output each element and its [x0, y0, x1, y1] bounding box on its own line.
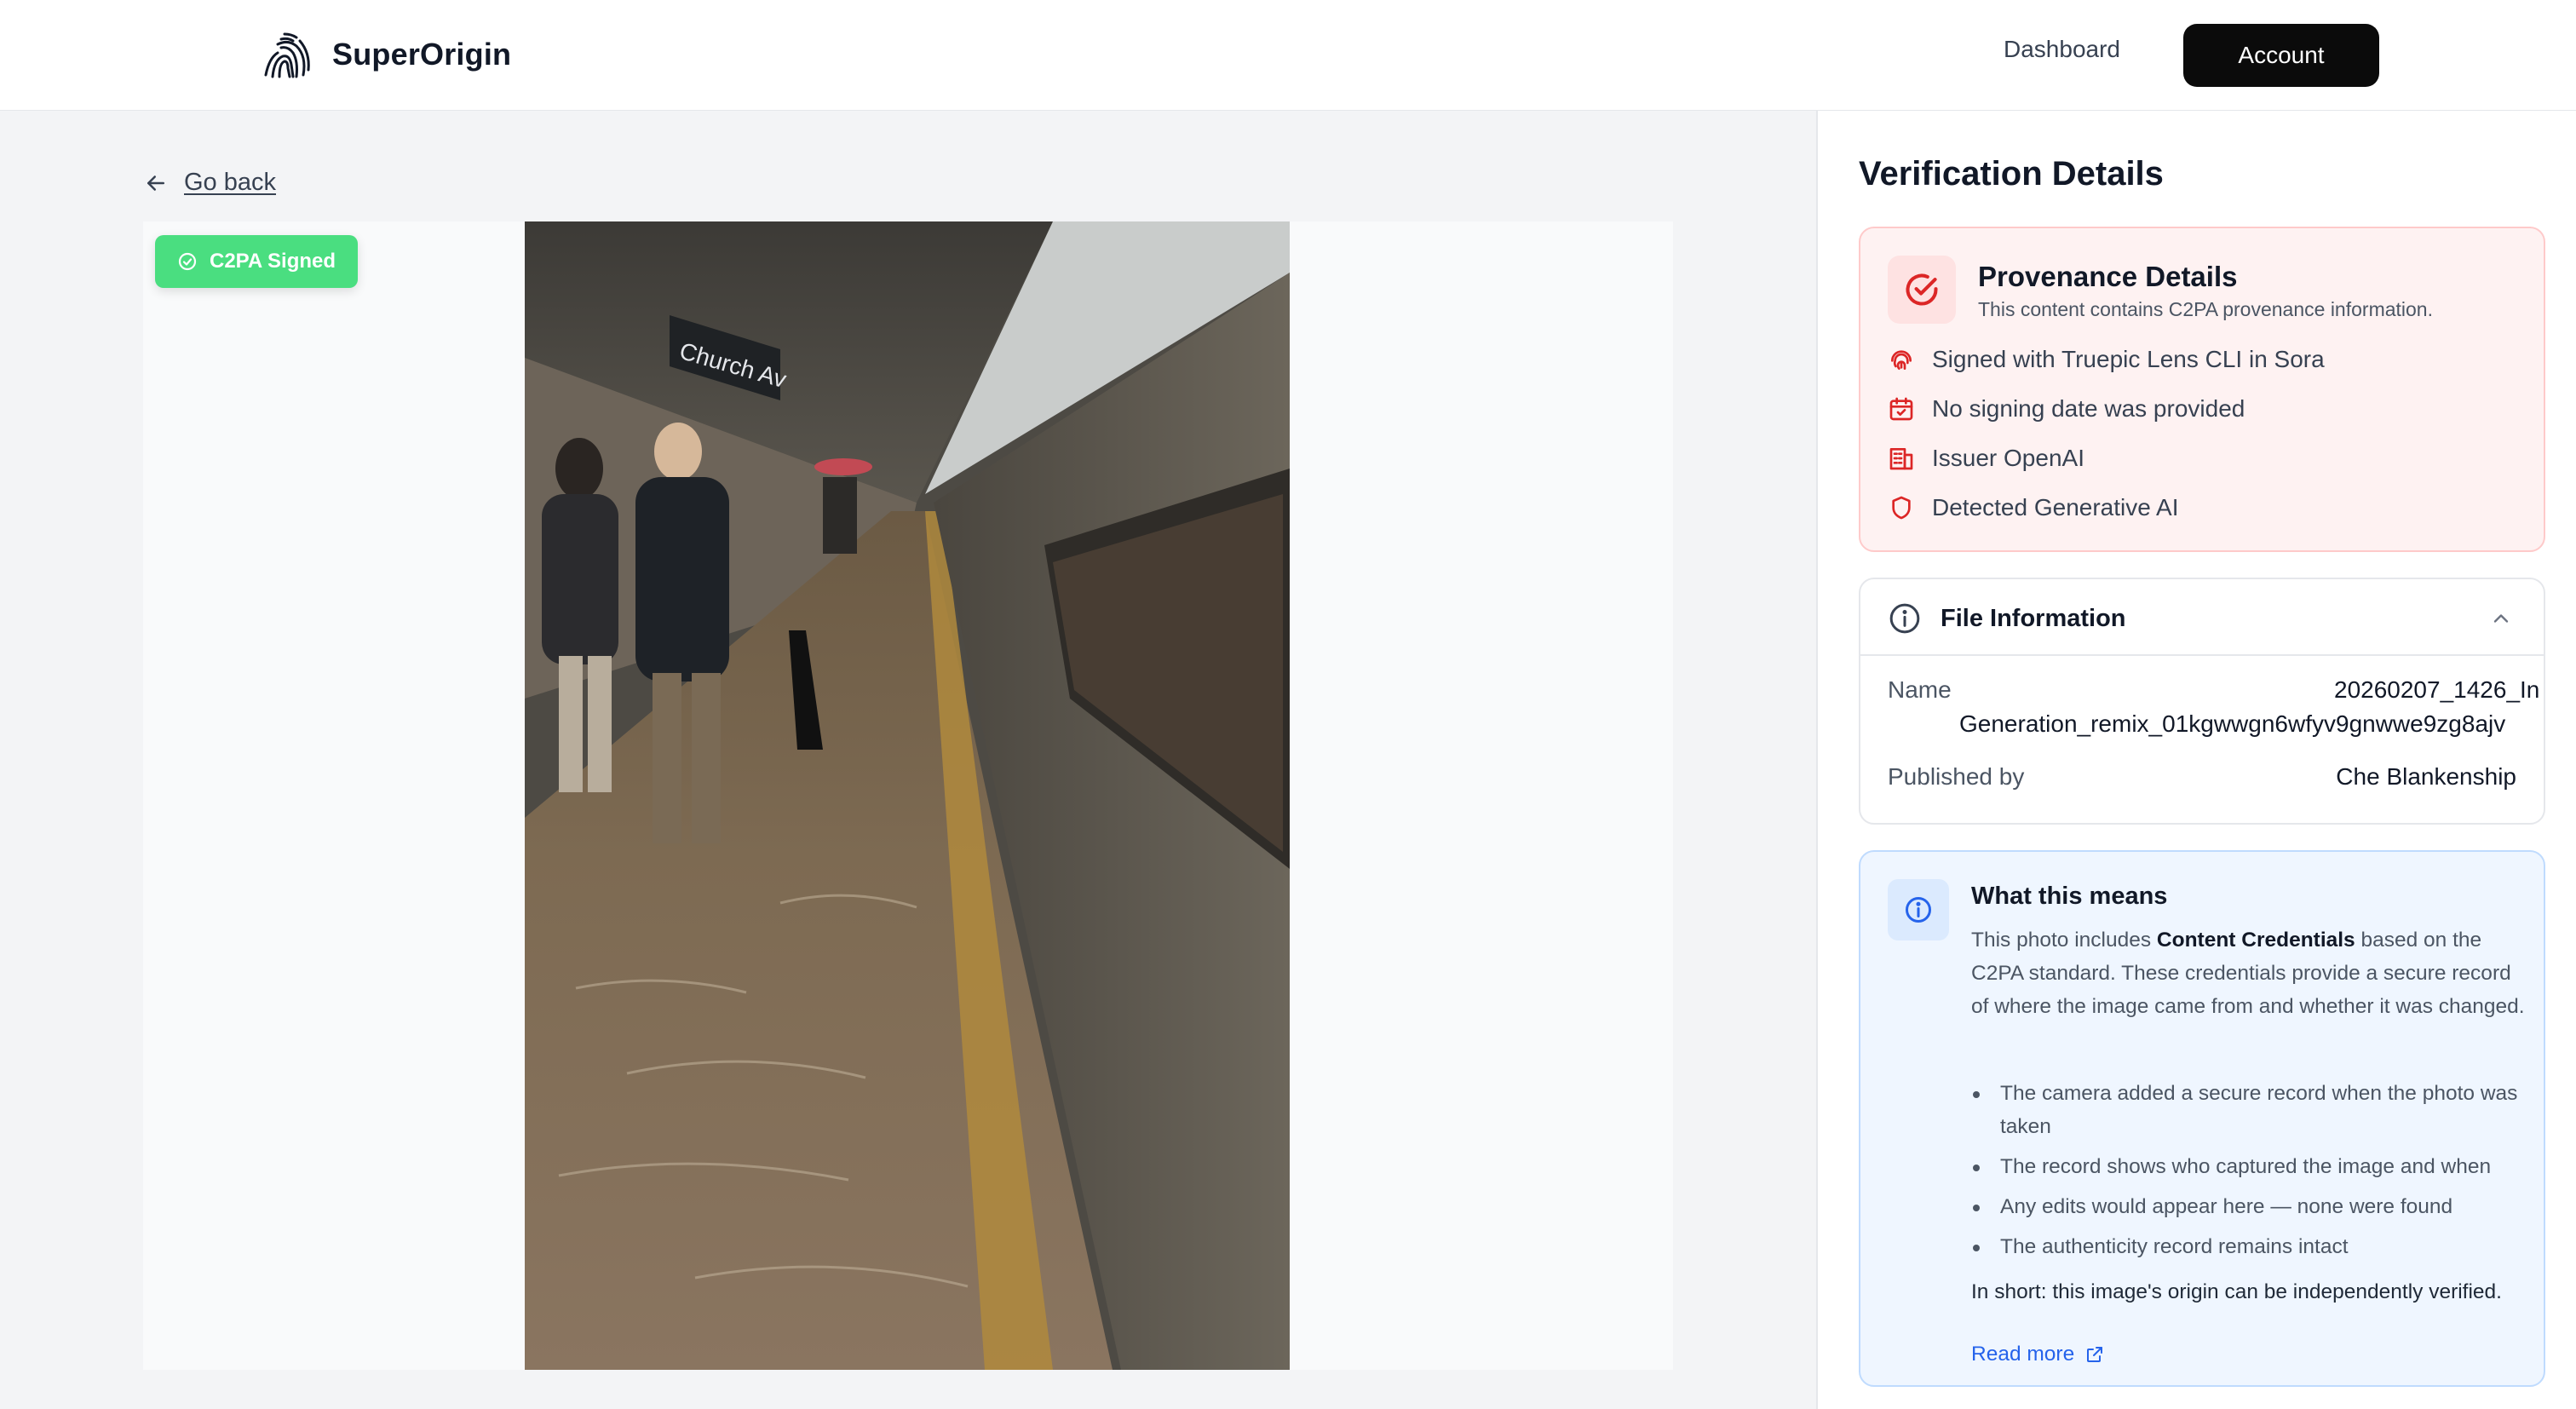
provenance-row-date: No signing date was provided	[1888, 395, 2245, 423]
provenance-row-ai: Detected Generative AI	[1888, 494, 2179, 521]
brand-logo[interactable]: SuperOrigin	[259, 26, 511, 83]
list-item: The record shows who captured the image …	[1971, 1150, 2533, 1183]
nav-dashboard-link[interactable]: Dashboard	[2004, 36, 2120, 63]
verified-photo[interactable]: Church Av	[525, 221, 1290, 1370]
provenance-icon-box	[1888, 256, 1956, 324]
file-information-body: Name 20260207_1426_In Generation_remix_0…	[1860, 656, 2544, 823]
means-description: This photo includes Content Credentials …	[1971, 923, 2525, 1023]
calendar-icon	[1889, 397, 1913, 421]
top-header: SuperOrigin Dashboard Account	[0, 0, 2576, 111]
account-button[interactable]: Account	[2183, 24, 2379, 87]
info-icon	[1889, 603, 1920, 634]
provenance-signer-text: Signed with Truepic Lens CLI in Sora	[1932, 346, 2325, 372]
go-back-link[interactable]: Go back	[143, 169, 276, 197]
main-content: Go back Church Av C2PA Signed	[0, 111, 1818, 1409]
provenance-issuer-text: Issuer OpenAI	[1932, 445, 2084, 471]
means-desc-prefix: This photo includes	[1971, 929, 2157, 952]
file-name-value-line2: Generation_remix_01kgwwgn6wfyv9gnwwe9zg8…	[1959, 710, 2506, 737]
means-title: What this means	[1971, 883, 2168, 910]
brand-name: SuperOrigin	[332, 37, 512, 72]
chevron-up-icon	[2493, 614, 2509, 623]
list-item: Any edits would appear here — none were …	[1971, 1190, 2533, 1223]
provenance-date-text: No signing date was provided	[1932, 395, 2245, 422]
c2pa-signed-badge[interactable]: C2PA Signed	[155, 235, 359, 288]
building-icon	[1889, 448, 1913, 470]
image-frame: Church Av C2PA Signed	[143, 221, 1673, 1370]
list-item: The authenticity record remains intact	[1971, 1230, 2533, 1263]
provenance-title: Provenance Details	[1978, 261, 2238, 292]
file-information-title: File Information	[1941, 605, 2126, 632]
fingerprint-icon	[1891, 350, 1912, 370]
provenance-row-signer: Signed with Truepic Lens CLI in Sora	[1888, 346, 2325, 373]
means-desc-bold: Content Credentials	[2156, 929, 2355, 952]
shield-icon	[1892, 496, 1911, 520]
published-by-label: Published by	[1888, 763, 2025, 790]
go-back-label: Go back	[184, 169, 276, 196]
provenance-ai-text: Detected Generative AI	[1932, 494, 2179, 520]
check-circle-icon	[1906, 273, 1938, 306]
panel-title: Verification Details	[1859, 155, 2164, 193]
means-icon-box	[1888, 879, 1949, 940]
check-circle-icon	[178, 252, 197, 271]
flooded-subway-image: Church Av	[525, 221, 1290, 1370]
c2pa-signed-label: C2PA Signed	[210, 250, 336, 273]
file-information-card: File Information Name 20260207_1426_In G…	[1859, 578, 2545, 825]
published-by-value: Che Blankenship	[2336, 763, 2516, 790]
what-this-means-card: What this means This photo includes Cont…	[1859, 850, 2545, 1387]
provenance-subtitle: This content contains C2PA provenance in…	[1978, 298, 2433, 320]
read-more-label: Read more	[1971, 1343, 2075, 1366]
file-name-label: Name	[1888, 676, 1952, 703]
list-item: The camera added a secure record when th…	[1971, 1077, 2533, 1143]
external-link-icon	[2087, 1347, 2103, 1362]
fingerprint-logo-icon	[264, 32, 310, 78]
info-icon	[1906, 897, 1931, 923]
read-more-link[interactable]: Read more	[1971, 1343, 2105, 1366]
file-information-toggle[interactable]: File Information	[1860, 579, 2544, 656]
provenance-row-issuer: Issuer OpenAI	[1888, 445, 2084, 472]
means-bullet-list: The camera added a secure record when th…	[1971, 1077, 2533, 1270]
verification-panel: Verification Details Provenance Details …	[1820, 111, 2576, 1409]
provenance-card: Provenance Details This content contains…	[1859, 227, 2545, 552]
means-summary: In short: this image's origin can be ind…	[1971, 1280, 2502, 1303]
arrow-left-icon	[147, 175, 164, 191]
file-name-value-line1: 20260207_1426_In	[2334, 676, 2540, 703]
